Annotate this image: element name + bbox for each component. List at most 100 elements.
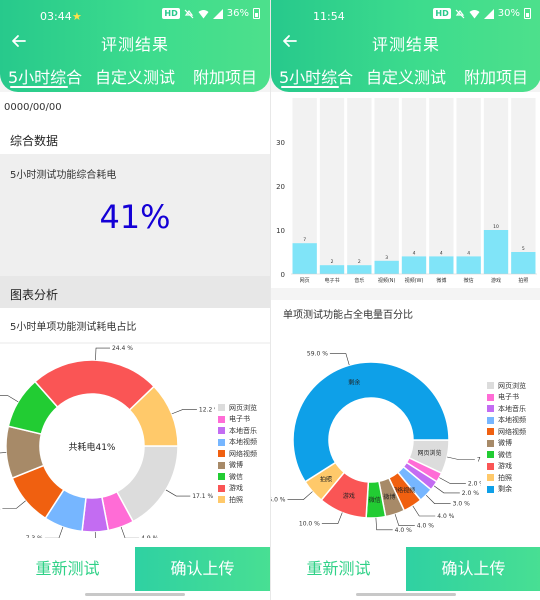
bottom-action-bar: 重新测试 确认上传	[0, 538, 270, 600]
hd-badge: HD	[433, 8, 451, 19]
tab-extra-items[interactable]: 附加项目	[193, 64, 257, 88]
legend-swatch	[487, 451, 494, 459]
legend-item: 剩余	[487, 484, 526, 496]
legend-label: 本地音乐	[229, 426, 257, 435]
bar-chart: 0 10 20 30 7 网页 2 电子书 2 音乐 3 视频(N) 4 视频(W) 4 微博 4 微信 10 游戏 5…	[276, 98, 537, 284]
status-bar: 11:54 HD 30%	[271, 6, 540, 28]
pie-value-label: 24.4 %	[112, 345, 133, 352]
pie-value-label: 17.1 %	[192, 493, 213, 500]
x-tick-label: 音乐	[354, 277, 364, 284]
pie-center-label: 共耗电41%	[68, 441, 115, 453]
pie-leader-line	[425, 494, 451, 504]
pie-value-label: 4.0 %	[437, 513, 454, 520]
signal-icon	[212, 8, 223, 19]
x-tick-label: 电子书	[324, 277, 339, 284]
legend-label: 电子书	[498, 393, 519, 402]
bar-value-label: 4	[467, 250, 470, 256]
legend-swatch	[218, 404, 225, 412]
legend-label: 网页浏览	[498, 381, 526, 390]
active-tab-indicator	[281, 86, 339, 88]
pie-leader-line	[447, 456, 475, 460]
mute-icon	[455, 9, 465, 18]
section-divider	[271, 288, 540, 300]
pie-value-label: 3.0 %	[453, 501, 470, 508]
summary-subtitle: 5小时测试功能综合耗电	[10, 170, 117, 181]
bar-value-label: 4	[440, 250, 443, 256]
legend-item: 拍照	[487, 472, 526, 484]
legend-item: 游戏	[487, 461, 526, 473]
bar-track	[374, 98, 399, 274]
tab-custom-test[interactable]: 自定义测试	[366, 64, 446, 88]
pie-value-label: 7.0 %	[477, 457, 481, 464]
retest-button[interactable]: 重新测试	[0, 538, 135, 600]
bar-value-label: 10	[493, 224, 499, 230]
bar-track	[456, 98, 481, 274]
pie-value-label: 4.0 %	[395, 527, 412, 534]
battery-icon	[524, 8, 531, 19]
y-tick-label: 10	[276, 227, 285, 235]
pie-leader-line	[321, 512, 343, 524]
legend-item: 本地音乐	[487, 403, 526, 415]
gesture-nav-bar[interactable]	[356, 593, 456, 596]
signal-icon	[483, 8, 494, 19]
pie-value-label: 59.0 %	[307, 351, 328, 358]
x-tick-label: 游戏	[491, 277, 501, 284]
bottom-action-bar: 重新测试 确认上传	[271, 538, 540, 600]
pie-leader-line	[95, 347, 110, 361]
confirm-upload-button[interactable]: 确认上传	[135, 547, 270, 591]
pie-leader-line	[0, 395, 19, 403]
legend-swatch	[218, 461, 225, 469]
tab-extra-items[interactable]: 附加项目	[464, 64, 528, 88]
legend-swatch	[487, 474, 494, 482]
status-icons: HD 36%	[162, 8, 260, 19]
pie-value-label: 12.2 %	[199, 406, 215, 413]
wifi-icon	[469, 9, 480, 18]
bar-track	[401, 98, 427, 274]
legend-item: 微信	[218, 471, 257, 483]
tab-5h-overall[interactable]: 5小时综合	[8, 64, 82, 88]
wifi-icon	[198, 9, 209, 18]
tab-5h-overall[interactable]: 5小时综合	[279, 64, 353, 88]
screen-left: 03:44 ★ HD 36% 评测结果 5小时综合 自定义测试 附加项目 000…	[0, 0, 270, 600]
x-tick-label: 微信	[464, 277, 474, 284]
bar-3	[374, 260, 399, 274]
bar-1	[319, 265, 345, 274]
battery-icon	[253, 8, 260, 19]
bar-8	[511, 252, 536, 274]
hd-badge: HD	[162, 8, 180, 19]
right-donut-chart: 7.0 %网页浏览2.0 %2.0 %3.0 %4.0 %网络视频4.0 %微博…	[271, 351, 494, 534]
legend-label: 微博	[229, 461, 243, 470]
legend-label: 微信	[229, 472, 243, 481]
legend-swatch	[218, 438, 225, 446]
legend-item: 微博	[218, 460, 257, 472]
pie-slice-label: 剩余	[348, 378, 360, 386]
x-tick-label: 微博	[436, 277, 446, 284]
pie-value-label: 9.8 %	[0, 505, 1, 512]
pie-slice-label: 游戏	[343, 492, 355, 500]
bar-chart-area: 0 10 20 30 7 网页 2 电子书 2 音乐 3 视频(N) 4 视频(W) 4 微博 4 微信 10 游戏 5…	[271, 92, 540, 288]
legend-label: 微信	[498, 450, 512, 459]
bar-track	[347, 98, 372, 274]
pie-leader-line	[375, 517, 393, 531]
bar-value-label: 5	[522, 246, 525, 252]
legend-swatch	[487, 405, 494, 413]
tab-custom-test[interactable]: 自定义测试	[95, 64, 175, 88]
app-header: 03:44 ★ HD 36% 评测结果 5小时综合 自定义测试 附加项目	[0, 0, 270, 92]
legend-swatch	[487, 428, 494, 436]
retest-button[interactable]: 重新测试	[271, 538, 406, 600]
legend-swatch	[218, 415, 225, 423]
confirm-upload-button[interactable]: 确认上传	[406, 547, 540, 591]
legend-swatch	[218, 473, 225, 481]
x-tick-label: 网页	[300, 278, 310, 284]
gesture-nav-bar[interactable]	[85, 593, 185, 596]
bar-2	[347, 265, 372, 274]
screen-right: 11:54 HD 30% 评测结果 5小时综合 自定义测试 附加项目 0 10 20…	[270, 0, 540, 600]
app-header: 11:54 HD 30% 评测结果 5小时综合 自定义测试 附加项目	[271, 0, 540, 92]
y-tick-label: 0	[281, 271, 285, 279]
pie-leader-line	[287, 491, 313, 500]
legend-label: 拍照	[229, 495, 243, 504]
legend-label: 网络视频	[498, 427, 526, 436]
legend-item: 拍照	[218, 494, 257, 506]
bar-track	[319, 98, 345, 274]
y-tick-label: 20	[276, 183, 285, 191]
